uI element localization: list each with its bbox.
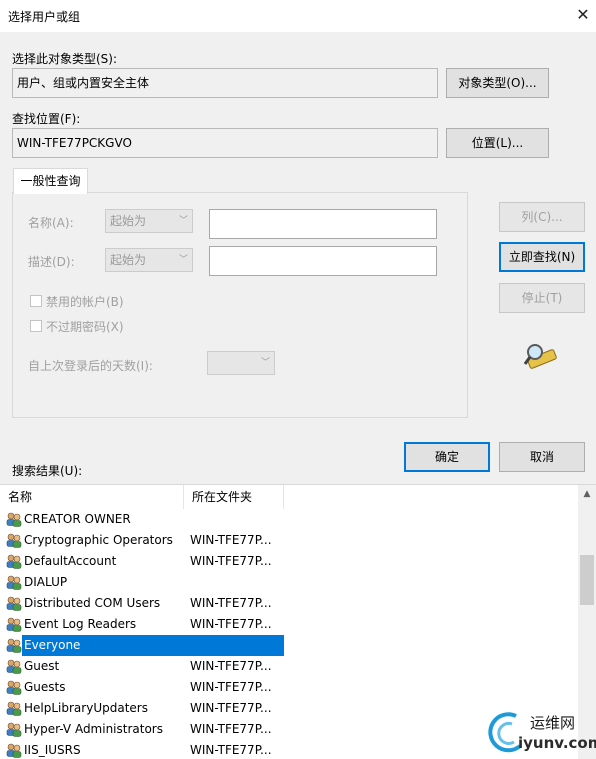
title-bar: 选择用户或组 ✕ xyxy=(0,0,596,32)
tab-general-query[interactable]: 一般性查询 xyxy=(13,168,88,194)
user-group-icon xyxy=(6,680,22,695)
columns-button: 列(C)... xyxy=(499,202,585,232)
location-button[interactable]: 位置(L)... xyxy=(446,128,549,158)
object-types-button[interactable]: 对象类型(O)... xyxy=(446,68,549,98)
find-now-button[interactable]: 立即查找(N) xyxy=(499,242,585,272)
list-item[interactable]: CREATOR OWNER xyxy=(0,509,578,530)
user-group-icon xyxy=(6,638,22,653)
list-item-name: Distributed COM Users xyxy=(24,596,161,610)
scrollbar-thumb[interactable] xyxy=(580,555,594,605)
disabled-accounts-label: 禁用的帐户(B) xyxy=(46,295,124,309)
disabled-accounts-checkbox xyxy=(30,295,42,307)
list-item-folder: WIN-TFE77P... xyxy=(190,701,272,715)
list-item[interactable]: DIALUP xyxy=(0,572,578,593)
description-input[interactable] xyxy=(209,246,437,276)
chevron-down-icon: ﹀ xyxy=(178,255,188,265)
watermark-line2: iyunv.com xyxy=(518,734,596,752)
days-since-login-label: 自上次登录后的天数(I): xyxy=(28,359,153,373)
list-item-folder: WIN-TFE77P... xyxy=(190,596,272,610)
list-item-name: IIS_IUSRS xyxy=(24,743,81,757)
user-group-icon xyxy=(6,617,22,632)
list-item-name: Event Log Readers xyxy=(24,617,137,631)
description-mode-value: 起始为 xyxy=(110,253,147,267)
scroll-up-icon[interactable]: ▲ xyxy=(578,485,596,503)
list-item[interactable]: Event Log Readers WIN-TFE77P... xyxy=(0,614,578,635)
list-item-name: HelpLibraryUpdaters xyxy=(24,701,148,715)
list-item-name: DefaultAccount xyxy=(24,554,117,568)
list-item-name: Guest xyxy=(24,659,60,673)
location-label: 查找位置(F): xyxy=(12,112,81,126)
user-group-icon xyxy=(6,554,22,569)
list-item-name: Everyone xyxy=(24,638,81,652)
list-item-folder: WIN-TFE77P... xyxy=(190,554,272,568)
stop-button: 停止(T) xyxy=(499,283,585,313)
list-item-folder: WIN-TFE77P... xyxy=(190,659,272,673)
object-types-field: 用户、组或内置安全主体 xyxy=(12,68,438,98)
window-title: 选择用户或组 xyxy=(8,10,81,24)
list-item-folder: WIN-TFE77P... xyxy=(190,722,272,736)
list-item-folder: WIN-TFE77P... xyxy=(190,680,272,694)
user-group-icon xyxy=(6,701,22,716)
list-item[interactable]: Cryptographic Operators WIN-TFE77P... xyxy=(0,530,578,551)
list-item-folder: WIN-TFE77P... xyxy=(190,743,272,757)
user-group-icon xyxy=(6,659,22,674)
column-header-folder[interactable]: 所在文件夹 xyxy=(184,485,284,509)
close-icon[interactable]: ✕ xyxy=(572,4,594,26)
user-group-icon xyxy=(6,596,22,611)
name-mode-value: 起始为 xyxy=(110,214,147,228)
list-item[interactable]: Guests WIN-TFE77P... xyxy=(0,677,578,698)
list-item[interactable]: Everyone xyxy=(0,635,578,656)
user-group-icon xyxy=(6,722,22,737)
dialog-body: 选择此对象类型(S): 用户、组或内置安全主体 对象类型(O)... 查找位置(… xyxy=(0,32,596,759)
user-group-icon xyxy=(6,512,22,527)
list-item-name: CREATOR OWNER xyxy=(24,512,131,526)
list-item-folder: WIN-TFE77P... xyxy=(190,533,272,547)
list-item[interactable]: Distributed COM Users WIN-TFE77P... xyxy=(0,593,578,614)
list-item-name: Guests xyxy=(24,680,66,694)
description-mode-select: 起始为 ﹀ xyxy=(105,248,193,272)
cancel-button[interactable]: 取消 xyxy=(499,442,585,472)
list-item-folder: WIN-TFE77P... xyxy=(190,617,272,631)
search-results-label: 搜索结果(U): xyxy=(12,464,83,478)
chevron-down-icon: ﹀ xyxy=(260,358,270,368)
ok-button[interactable]: 确定 xyxy=(404,442,490,472)
name-label: 名称(A): xyxy=(28,216,74,230)
column-header-name[interactable]: 名称 xyxy=(0,485,184,509)
user-group-icon xyxy=(6,743,22,758)
name-input[interactable] xyxy=(209,209,437,239)
watermark-line1: 运维网 xyxy=(530,714,576,732)
name-mode-select: 起始为 ﹀ xyxy=(105,209,193,233)
user-group-icon xyxy=(6,533,22,548)
object-types-label: 选择此对象类型(S): xyxy=(12,52,118,66)
list-item-name: DIALUP xyxy=(24,575,68,589)
non-expiring-password-label: 不过期密码(X) xyxy=(46,320,124,334)
user-group-icon xyxy=(6,575,22,590)
chevron-down-icon: ﹀ xyxy=(178,216,188,226)
search-magnifier-icon xyxy=(523,344,557,369)
watermark: 运维网 iyunv.com xyxy=(484,710,596,758)
query-panel: 名称(A): 起始为 ﹀ 描述(D): 起始为 ﹀ 禁用的帐户(B) 不过期密码… xyxy=(12,192,468,418)
list-item[interactable]: Guest WIN-TFE77P... xyxy=(0,656,578,677)
location-field: WIN-TFE77PCKGVO xyxy=(12,128,438,158)
list-item-name: Cryptographic Operators xyxy=(24,533,173,547)
non-expiring-password-checkbox xyxy=(30,320,42,332)
days-since-login-select: ﹀ xyxy=(207,351,275,375)
list-item-name: Hyper-V Administrators xyxy=(24,722,163,736)
description-label: 描述(D): xyxy=(28,255,75,269)
list-item[interactable]: DefaultAccount WIN-TFE77P... xyxy=(0,551,578,572)
